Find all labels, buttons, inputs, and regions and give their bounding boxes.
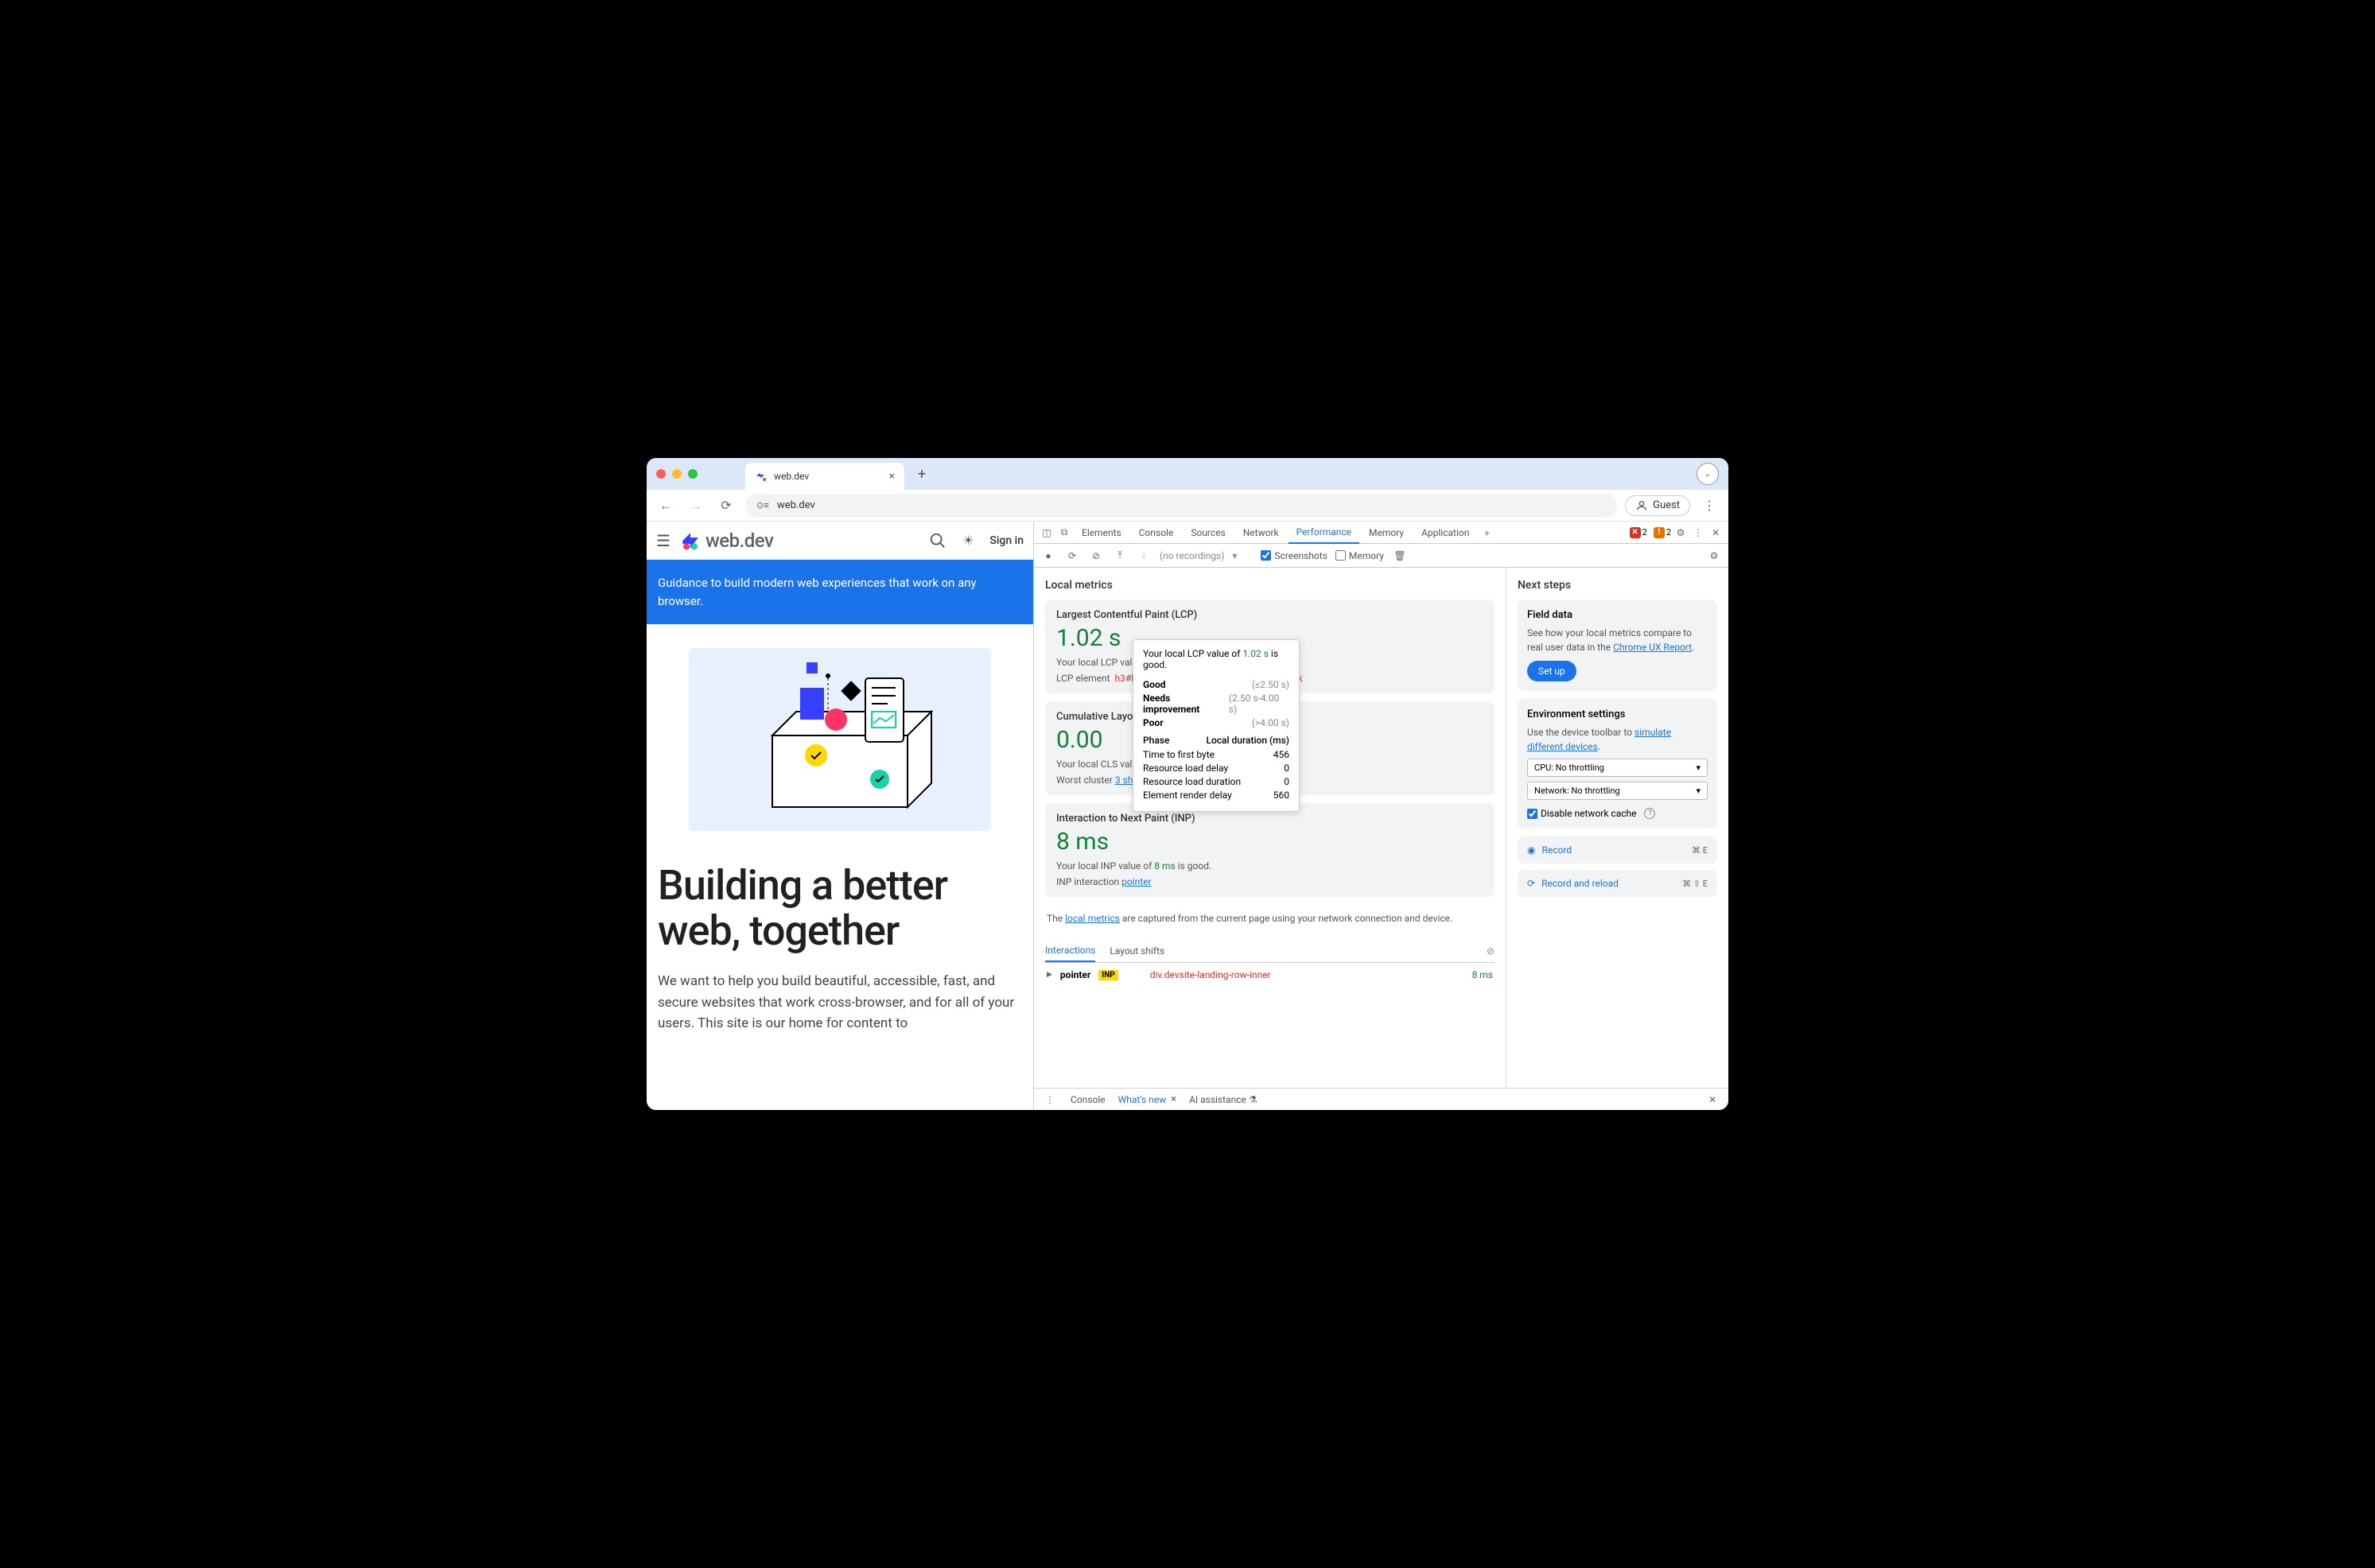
tab-elements[interactable]: Elements	[1074, 522, 1129, 544]
page-content: ☰ web.dev ☀ Sign in Guidance to build mo…	[647, 522, 1033, 1110]
interaction-row[interactable]: ▶ pointer INP div.devsite-landing-row-in…	[1045, 963, 1495, 987]
tab-console[interactable]: Console	[1131, 522, 1182, 544]
forward-button[interactable]: →	[685, 495, 707, 517]
drawer-close-icon[interactable]: ✕	[1704, 1092, 1720, 1108]
new-tab-button[interactable]: +	[911, 466, 933, 483]
record-reload-action[interactable]: ⟳ Record and reload ⌘ ⇧ E	[1518, 870, 1717, 897]
tab-performance[interactable]: Performance	[1289, 522, 1359, 544]
inp-card: Interaction to Next Paint (INP) 8 ms You…	[1045, 803, 1495, 897]
hero-illustration	[647, 624, 1033, 855]
close-window-button[interactable]	[656, 469, 666, 479]
memory-checkbox[interactable]: Memory	[1335, 550, 1384, 561]
warning-badge[interactable]: !2	[1654, 527, 1671, 538]
inspect-icon[interactable]: ◫	[1039, 525, 1055, 541]
tab-network[interactable]: Network	[1235, 522, 1287, 544]
local-metrics-link[interactable]: local metrics	[1065, 913, 1120, 924]
theme-toggle-icon[interactable]: ☀	[959, 532, 977, 549]
favicon-icon	[755, 470, 768, 483]
browser-tab[interactable]: web.dev ×	[745, 463, 904, 490]
metrics-note: The local metrics are captured from the …	[1045, 905, 1495, 932]
env-settings-card: Environment settings Use the device tool…	[1518, 699, 1717, 829]
next-steps-title: Next steps	[1518, 579, 1717, 592]
setup-button[interactable]: Set up	[1527, 661, 1576, 681]
record-dot-icon: ◉	[1527, 844, 1535, 856]
drawer-menu-icon[interactable]: ⋮	[1042, 1092, 1058, 1108]
drawer-whatsnew[interactable]: What's new	[1118, 1094, 1167, 1105]
signin-link[interactable]: Sign in	[989, 534, 1024, 547]
sub-tab-layout-shifts[interactable]: Layout shifts	[1110, 941, 1164, 961]
disable-cache-checkbox[interactable]: Disable network cache?	[1527, 808, 1708, 819]
url-text: web.dev	[777, 499, 815, 511]
profile-chip[interactable]: Guest	[1625, 495, 1690, 516]
tab-sources[interactable]: Sources	[1183, 522, 1233, 544]
window-titlebar: web.dev × + ⌄	[647, 458, 1728, 490]
address-bar: ← → ⟳ ⊙≡ web.dev Guest ⋮	[647, 490, 1728, 522]
maximize-window-button[interactable]	[688, 469, 698, 479]
hamburger-icon[interactable]: ☰	[656, 531, 671, 550]
settings-icon[interactable]: ⚙	[1673, 525, 1689, 541]
site-info-icon[interactable]: ⊙≡	[755, 498, 771, 514]
crux-link[interactable]: Chrome UX Report	[1613, 642, 1692, 653]
help-icon[interactable]: ?	[1644, 808, 1655, 819]
tab-title: web.dev	[774, 471, 809, 482]
hero-title: Building a better web, together	[647, 855, 1033, 961]
drawer-ai[interactable]: AI assistance ⚗	[1189, 1094, 1257, 1105]
clear-interactions-icon[interactable]: ⊘	[1487, 945, 1495, 957]
close-whatsnew-icon[interactable]: ×	[1171, 1093, 1176, 1105]
devtools-close-icon[interactable]: ✕	[1708, 525, 1724, 541]
record-icon[interactable]: ●	[1040, 548, 1056, 564]
field-data-card: Field data See how your local metrics co…	[1518, 600, 1717, 691]
drawer-console[interactable]: Console	[1071, 1094, 1106, 1105]
devtools-menu-icon[interactable]: ⋮	[1690, 525, 1706, 541]
cpu-throttle-select[interactable]: CPU: No throttling▾	[1527, 759, 1708, 777]
reload-record-icon[interactable]: ⟳	[1064, 548, 1080, 564]
lcp-tooltip: Your local LCP value of 1.02 s is good. …	[1133, 639, 1300, 812]
perf-settings-icon[interactable]: ⚙	[1706, 548, 1722, 564]
upload-icon[interactable]: ⤒	[1112, 548, 1128, 564]
banner-text: Guidance to build modern web experiences…	[647, 560, 1033, 624]
minimize-window-button[interactable]	[672, 469, 682, 479]
back-button[interactable]: ←	[655, 495, 677, 517]
local-metrics-title: Local metrics	[1045, 579, 1495, 592]
record-action[interactable]: ◉ Record ⌘ E	[1518, 836, 1717, 864]
recordings-dropdown[interactable]: (no recordings)	[1160, 550, 1224, 561]
network-throttle-select[interactable]: Network: No throttling▾	[1527, 782, 1708, 800]
reload-icon: ⟳	[1527, 878, 1535, 889]
devtools-panel: ◫ ⧉ Elements Console Sources Network Per…	[1033, 522, 1728, 1110]
close-tab-icon[interactable]: ×	[889, 470, 895, 483]
download-icon[interactable]: ⤓	[1136, 548, 1152, 564]
error-badge[interactable]: ✕2	[1630, 527, 1647, 538]
search-icon[interactable]	[929, 532, 947, 549]
hero-subtitle: We want to help you build beautiful, acc…	[647, 961, 1033, 1043]
gc-icon[interactable]: 🗑	[1392, 548, 1408, 564]
url-input[interactable]: ⊙≡ web.dev	[745, 494, 1617, 518]
clear-icon[interactable]: ⊘	[1088, 548, 1104, 564]
sub-tab-interactions[interactable]: Interactions	[1045, 940, 1095, 962]
inp-value: 8 ms	[1056, 828, 1483, 856]
webdev-logo-icon	[680, 530, 701, 551]
site-logo[interactable]: web.dev	[680, 530, 773, 552]
expand-icon[interactable]: ▶	[1047, 971, 1052, 979]
tabs-dropdown-button[interactable]: ⌄	[1697, 463, 1719, 485]
person-icon	[1635, 499, 1648, 512]
reload-button[interactable]: ⟳	[715, 495, 737, 517]
inp-interaction-link[interactable]: pointer	[1121, 876, 1151, 887]
device-toolbar-icon[interactable]: ⧉	[1056, 525, 1072, 541]
tab-memory[interactable]: Memory	[1361, 522, 1412, 544]
dropdown-icon[interactable]: ▾	[1232, 550, 1237, 561]
more-tabs-icon[interactable]: »	[1479, 525, 1495, 541]
browser-menu-icon[interactable]: ⋮	[1698, 495, 1720, 517]
tab-application[interactable]: Application	[1413, 522, 1477, 544]
screenshots-checkbox[interactable]: Screenshots	[1261, 550, 1327, 561]
